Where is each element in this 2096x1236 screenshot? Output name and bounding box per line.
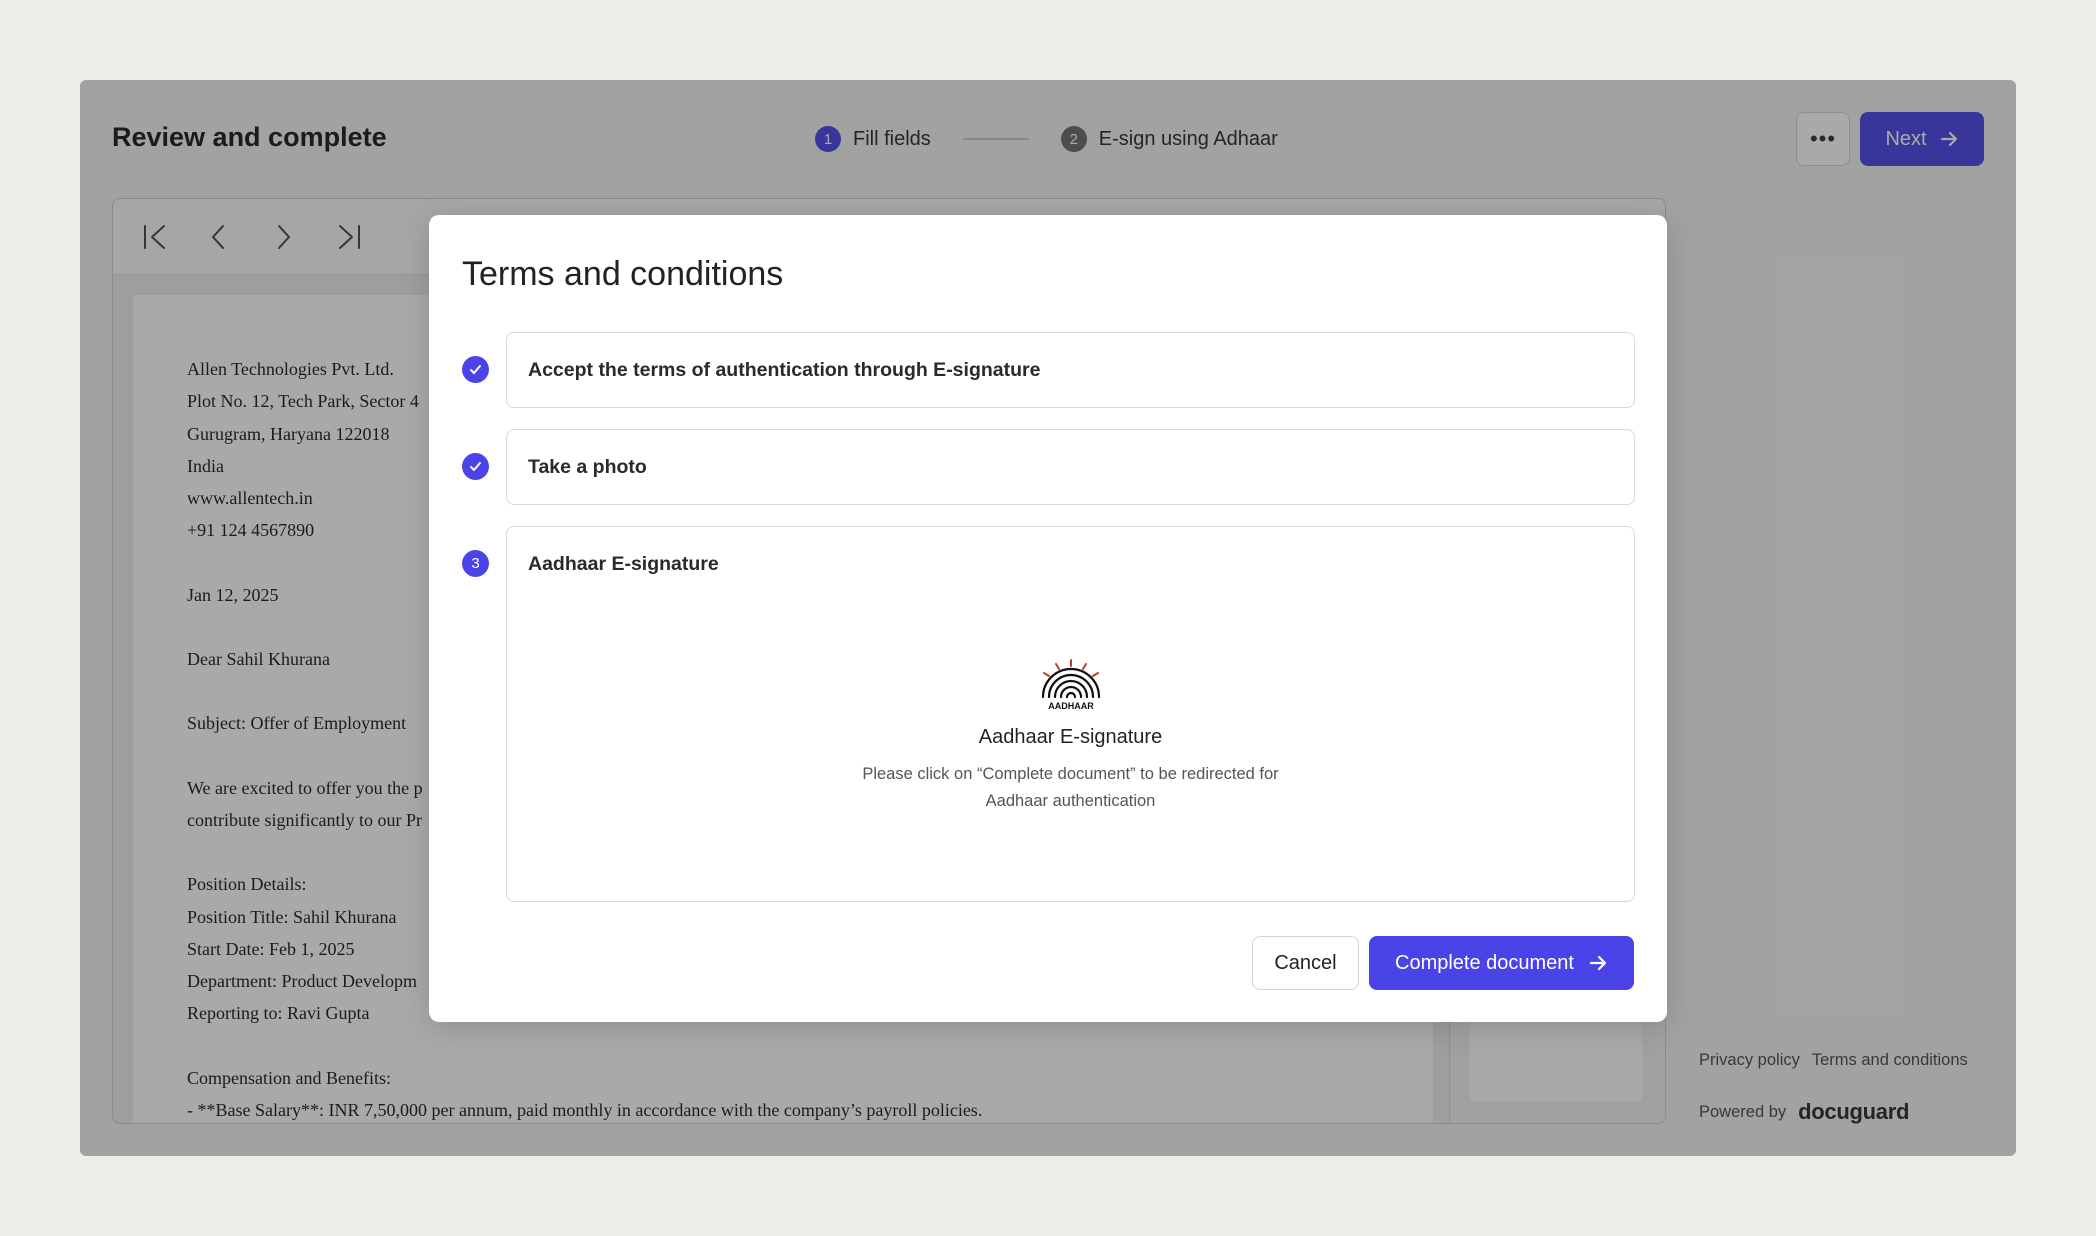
step-number: 3: [471, 555, 480, 572]
terms-modal: Terms and conditions Accept the terms of…: [429, 215, 1667, 1022]
modal-actions: Cancel Complete document: [1252, 936, 1634, 990]
aadhaar-logo: AADHAAR: [1041, 659, 1100, 711]
task-box: Aadhaar E-signature AADHAAR Aadhaar E-si…: [506, 526, 1635, 902]
task-box[interactable]: Take a photo: [506, 429, 1635, 505]
task-label: Take a photo: [528, 456, 647, 478]
task-label: Aadhaar E-signature: [528, 553, 719, 575]
aadhaar-description: Please click on “Complete document” to b…: [507, 761, 1634, 815]
task-aadhaar-esign: 3 Aadhaar E-signature AADHAAR Aadhaar E-…: [462, 526, 1635, 902]
cancel-label: Cancel: [1274, 951, 1337, 974]
aadhaar-desc-line: Aadhaar authentication: [985, 792, 1156, 810]
aadhaar-logo-text: AADHAAR: [1048, 701, 1094, 711]
check-icon: [462, 356, 489, 383]
aadhaar-panel: AADHAAR Aadhaar E-signature Please click…: [507, 657, 1634, 815]
task-label: Accept the terms of authentication throu…: [528, 359, 1041, 381]
aadhaar-desc-line: Please click on “Complete document” to b…: [862, 765, 1279, 783]
task-accept-terms: Accept the terms of authentication throu…: [462, 332, 1635, 408]
check-icon: [462, 453, 489, 480]
complete-document-button[interactable]: Complete document: [1369, 936, 1634, 990]
aadhaar-title: Aadhaar E-signature: [978, 726, 1163, 748]
complete-label: Complete document: [1395, 951, 1574, 974]
arrow-right-icon: [1589, 955, 1607, 971]
task-box[interactable]: Accept the terms of authentication throu…: [506, 332, 1635, 408]
task-take-photo: Take a photo: [462, 429, 1635, 505]
modal-title: Terms and conditions: [462, 255, 784, 293]
cancel-button[interactable]: Cancel: [1252, 936, 1359, 990]
step-number-badge: 3: [462, 550, 489, 577]
